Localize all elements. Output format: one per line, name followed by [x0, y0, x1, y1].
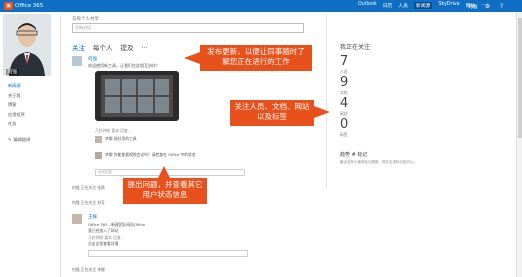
suite-nav: Outlook 日历 人员 新闻源 SkyDrive 网站 ...: [358, 2, 486, 9]
avatar[interactable]: [72, 56, 82, 66]
callout-arrow: [158, 166, 170, 178]
comment-author[interactable]: 李娜: [105, 152, 113, 157]
tab-more[interactable]: ...: [142, 42, 148, 52]
video-tile: [154, 97, 169, 113]
video-tile: [121, 97, 136, 113]
share-label: 与每个人共享: [72, 17, 99, 22]
leftnav-apps[interactable]: 应用程序: [8, 112, 30, 118]
office-logo-icon: ▣: [4, 2, 13, 10]
post-composer-input[interactable]: 开始对话: [72, 23, 304, 33]
post-text: 我已经加入了网站: [88, 228, 119, 233]
nav-newsfeed[interactable]: 新闻源: [413, 2, 433, 9]
comment-text: 你能查看视频会议吗？请检查在 Office 中的状态: [113, 152, 196, 157]
callout-follow: 关注人员、文档、网站以及标签: [230, 100, 314, 126]
profile-name: 何强: [6, 69, 19, 75]
stat-number: 0: [340, 117, 349, 132]
stat-documents[interactable]: 9 文档: [340, 76, 348, 96]
video-tile: [105, 79, 120, 95]
stat-number: 9: [340, 75, 349, 90]
comment-author[interactable]: 李娜: [105, 136, 113, 141]
avatar[interactable]: [95, 152, 102, 159]
video-tile: [154, 79, 169, 95]
comment-text: 很好用的工具: [113, 136, 137, 141]
video-tile: [138, 79, 153, 95]
leftnav-tasks[interactable]: 任务: [8, 121, 30, 127]
feed-tabs: 关注 每个人 提及 ...: [72, 42, 148, 52]
post-author[interactable]: 何强: [88, 56, 97, 62]
top-navigation-bar: ▣ Office 365 Outlook 日历 人员 新闻源 SkyDrive …: [0, 0, 522, 12]
leftnav-about[interactable]: 关于我: [8, 93, 30, 99]
trending-tags-title: 趋势 # 标记: [340, 152, 368, 158]
list-item: 李娜 你能查看视频会议吗？请检查在 Office 中的状态: [95, 152, 300, 166]
video-conference-tablet-image[interactable]: [95, 71, 179, 121]
avatar[interactable]: [95, 136, 102, 143]
callout-arrow: [184, 52, 200, 64]
post-author[interactable]: 王辉: [88, 214, 97, 220]
leftnav-blog[interactable]: 博客: [8, 102, 30, 108]
pencil-icon: ✎: [8, 137, 12, 142]
tab-following[interactable]: 关注: [72, 42, 85, 52]
nav-outlook[interactable]: Outlook: [358, 2, 377, 9]
nav-people[interactable]: 人员: [398, 2, 408, 9]
leftnav-newsfeed[interactable]: 新闻源: [8, 83, 30, 89]
avatar[interactable]: [72, 214, 82, 224]
list-item: 李娜 很好用的工具: [95, 136, 300, 150]
reply-input[interactable]: 添加回复: [95, 169, 245, 176]
user-area: 何强 ⚙ ?: [468, 2, 506, 10]
stat-sites[interactable]: 4 网站: [340, 97, 348, 117]
vertical-scrollbar[interactable]: [516, 12, 522, 277]
callout-post-updates: 发布更新，以便让同事随时了解您正在进行的工作: [200, 45, 312, 71]
stat-label: 标签: [340, 132, 348, 137]
tab-mentions[interactable]: 提及: [121, 42, 134, 52]
gear-icon[interactable]: ⚙: [484, 2, 492, 10]
trending-tags-text: 最近没有人使用标记更新。现在应用标记就可以。: [340, 160, 417, 164]
question-icon[interactable]: ?: [498, 2, 506, 10]
nav-calendar[interactable]: 日历: [383, 2, 393, 9]
scrollbar-thumb[interactable]: [518, 18, 522, 138]
right-divider: [326, 14, 327, 189]
tablet-screen: [101, 75, 173, 117]
profile-photo[interactable]: [3, 14, 51, 76]
stat-people[interactable]: 7 人员: [340, 55, 348, 75]
video-tile: [105, 97, 120, 113]
brand-label: Office 365: [15, 3, 44, 9]
stat-number: 7: [340, 54, 349, 69]
tab-everyone[interactable]: 每个人: [93, 42, 113, 52]
activity-line: 何强 正在关注 刘芳: [72, 200, 105, 205]
activity-line: 何强 正在关注 李娜: [72, 267, 105, 272]
post-meta[interactable]: 几秒钟前 喜欢 回复 ...: [95, 128, 133, 134]
comment-text: 点击这里查看详情: [88, 241, 119, 246]
person-silhouette-icon: [3, 14, 51, 76]
activity-line: 何强 正在关注 张燕: [72, 185, 105, 190]
stat-tags[interactable]: 0 标签: [340, 118, 348, 138]
office365-brand[interactable]: ▣ Office 365: [4, 2, 43, 10]
user-menu[interactable]: 何强: [468, 3, 478, 10]
profile-nav: 新闻源 关于我 博客 应用程序 任务 ✎ 编辑链接: [8, 83, 30, 143]
following-title: 我正在关注: [340, 44, 371, 51]
left-divider: [60, 14, 61, 277]
callout-arrow: [314, 106, 330, 118]
post-text: 欢迎使用新工具，让我们在此相互协作！: [88, 63, 160, 68]
video-tile: [121, 79, 136, 95]
edit-links-label: 编辑链接: [13, 136, 31, 142]
nav-skydrive[interactable]: SkyDrive: [438, 2, 459, 9]
reply-input[interactable]: [88, 250, 248, 257]
edit-links-button[interactable]: ✎ 编辑链接: [8, 137, 30, 143]
stat-number: 4: [340, 96, 349, 111]
callout-ask-questions: 提出问题，并查看其它用户状态信息: [123, 178, 207, 204]
video-tile: [138, 97, 153, 113]
